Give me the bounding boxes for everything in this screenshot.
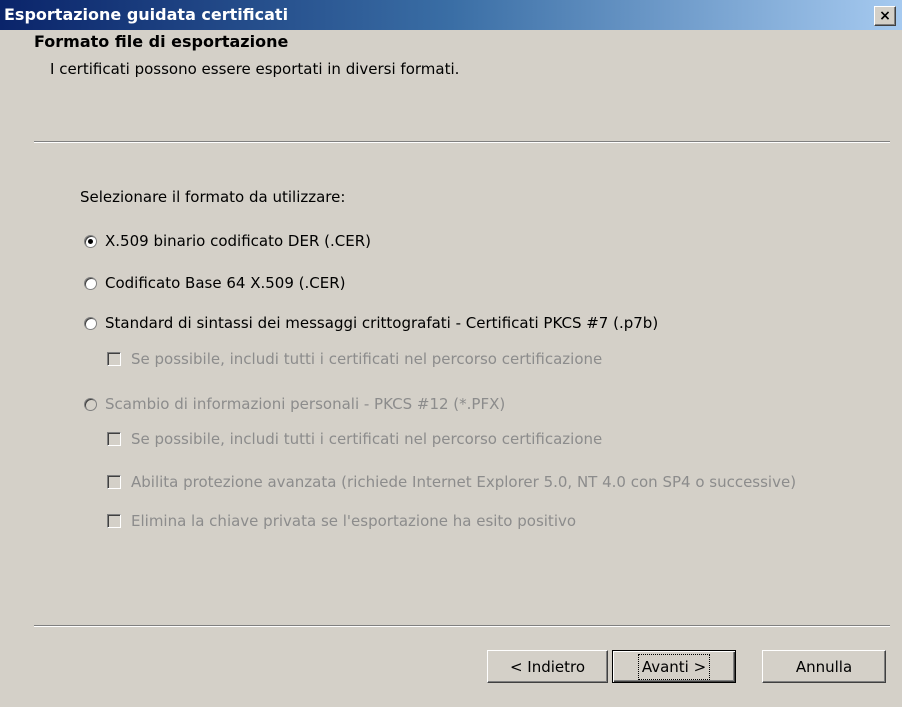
close-button[interactable]: × (874, 6, 896, 26)
pfx-delete-key-box[interactable] (107, 514, 121, 528)
header-divider (34, 141, 890, 143)
pfx-strong-protection-box[interactable] (107, 475, 121, 489)
radio-base64-button[interactable] (84, 276, 97, 290)
radio-selected-dot (88, 238, 93, 244)
title-bar: Esportazione guidata certificati × (0, 0, 902, 30)
pfx-include-all-label: Se possibile, includi tutti i certificat… (131, 430, 603, 448)
radio-pfx[interactable]: Scambio di informazioni personali - PKCS… (84, 395, 505, 413)
close-icon: × (879, 8, 891, 24)
radio-pfx-label: Scambio di informazioni personali - PKCS… (105, 395, 506, 413)
radio-pfx-button[interactable] (84, 397, 97, 411)
footer-divider (34, 625, 890, 627)
radio-pkcs7-button[interactable] (84, 316, 97, 330)
pfx-include-all-box[interactable] (107, 432, 121, 446)
cancel-button-label: Annulla (795, 657, 853, 676)
radio-der[interactable]: X.509 binario codificato DER (.CER) (84, 232, 371, 250)
radio-base64[interactable]: Codificato Base 64 X.509 (.CER) (84, 274, 346, 292)
pkcs7-include-all-box[interactable] (107, 352, 121, 366)
back-button[interactable]: < Indietro (487, 650, 608, 683)
next-button[interactable]: Avanti > (612, 650, 736, 683)
radio-pkcs7[interactable]: Standard di sintassi dei messaggi critto… (84, 314, 658, 332)
pkcs7-include-all-checkbox[interactable]: Se possibile, includi tutti i certificat… (107, 350, 602, 368)
page-title: Formato file di esportazione (34, 32, 289, 51)
pfx-include-all-checkbox[interactable]: Se possibile, includi tutti i certificat… (107, 430, 602, 448)
pfx-strong-protection-label: Abilita protezione avanzata (richiede In… (131, 473, 797, 491)
page-subtitle: I certificati possono essere esportati i… (50, 60, 460, 78)
back-button-label: < Indietro (509, 657, 586, 676)
cancel-button[interactable]: Annulla (762, 650, 886, 683)
radio-base64-label: Codificato Base 64 X.509 (.CER) (105, 274, 346, 292)
radio-der-button[interactable] (84, 234, 97, 248)
pfx-delete-key-label: Elimina la chiave privata se l'esportazi… (131, 512, 577, 530)
pfx-strong-protection-checkbox[interactable]: Abilita protezione avanzata (richiede In… (107, 473, 796, 491)
window-title: Esportazione guidata certificati (4, 5, 289, 24)
format-prompt: Selezionare il formato da utilizzare: (80, 188, 346, 206)
pfx-delete-key-checkbox[interactable]: Elimina la chiave privata se l'esportazi… (107, 512, 576, 530)
pkcs7-include-all-label: Se possibile, includi tutti i certificat… (131, 350, 603, 368)
next-button-label: Avanti > (637, 653, 711, 680)
radio-der-label: X.509 binario codificato DER (.CER) (105, 232, 372, 250)
radio-pkcs7-label: Standard di sintassi dei messaggi critto… (105, 314, 659, 332)
